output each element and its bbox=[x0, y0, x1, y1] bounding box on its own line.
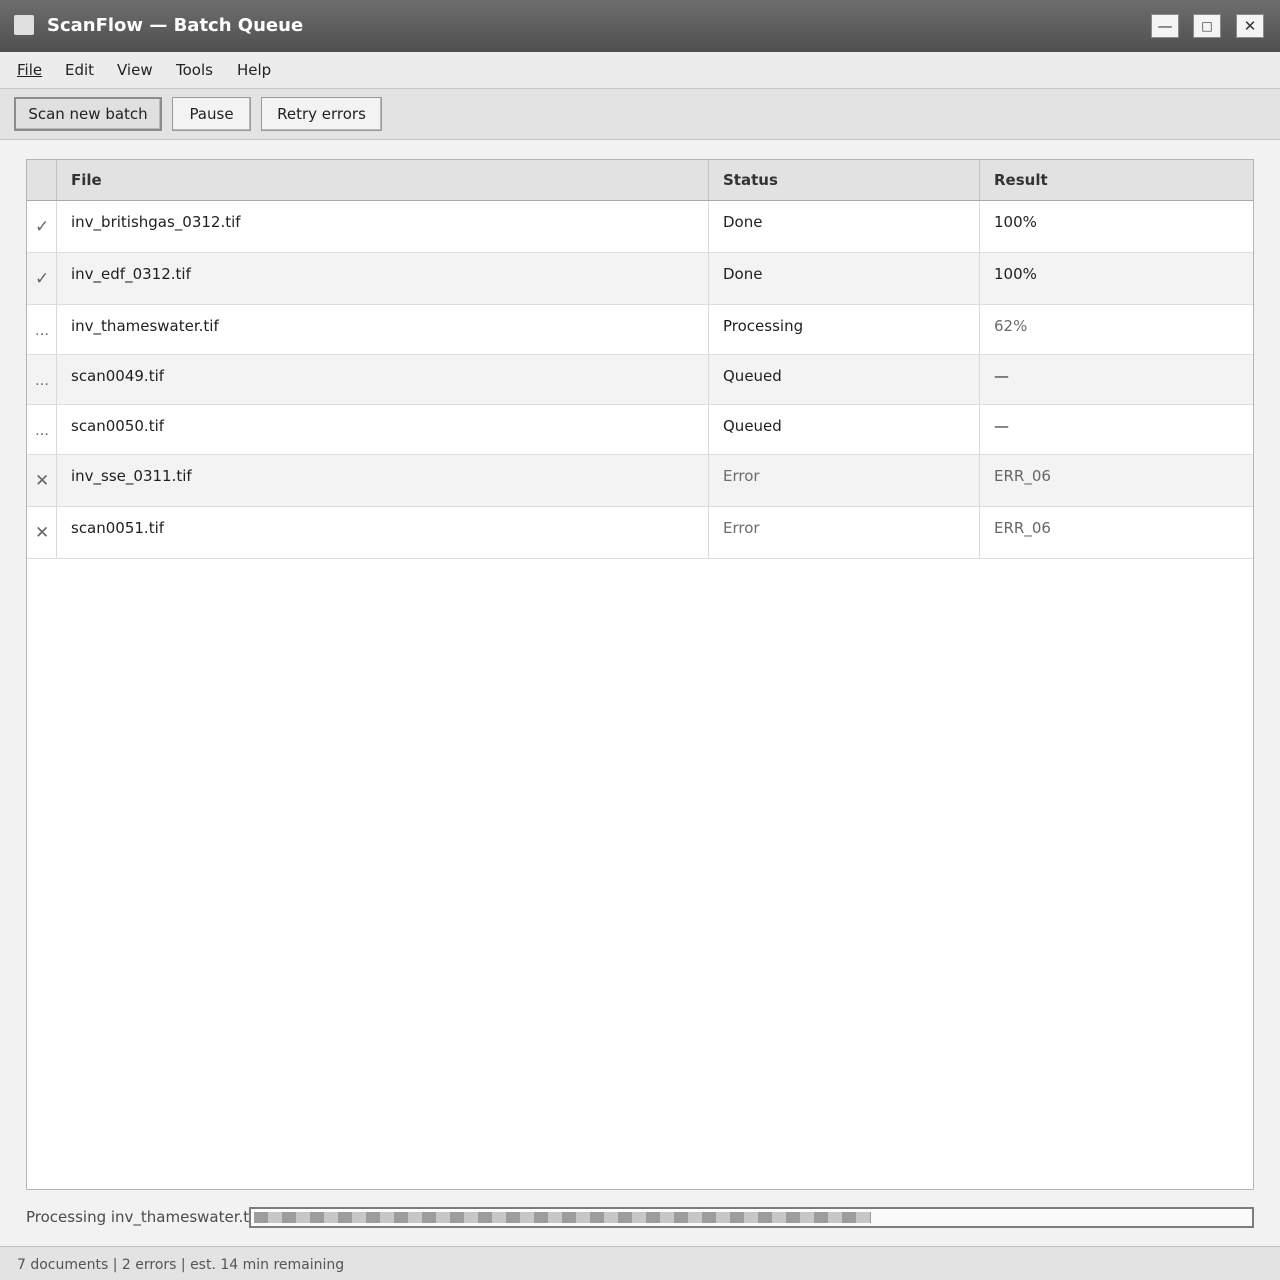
close-button[interactable]: ✕ bbox=[1236, 14, 1264, 38]
row-result: — bbox=[994, 367, 1009, 385]
menu-file[interactable]: File bbox=[17, 61, 42, 79]
table-header: File Status Result bbox=[27, 160, 1253, 201]
row-status: Error bbox=[709, 507, 980, 558]
row-file-name: inv_edf_0312.tif bbox=[57, 253, 709, 304]
row-status: Error bbox=[709, 455, 980, 506]
row-file-name: scan0051.tif bbox=[57, 507, 709, 558]
retry-errors-button[interactable]: Retry errors bbox=[261, 97, 382, 131]
row-file-name: inv_sse_0311.tif bbox=[57, 455, 709, 506]
title-bar: ScanFlow — Batch Queue — □ ✕ bbox=[0, 0, 1280, 52]
close-icon: ✕ bbox=[1243, 17, 1257, 35]
column-header-icon bbox=[27, 160, 57, 200]
table-row[interactable]: ✕ inv_sse_0311.tif Error ERR_06 bbox=[27, 455, 1253, 507]
column-header-file[interactable]: File bbox=[57, 160, 709, 200]
error-icon: ✕ bbox=[35, 471, 50, 491]
table-row[interactable]: ✕ scan0051.tif Error ERR_06 bbox=[27, 507, 1253, 559]
maximize-icon: □ bbox=[1201, 19, 1213, 33]
table-row[interactable]: … inv_thameswater.tif Processing 62% bbox=[27, 305, 1253, 355]
menu-view[interactable]: View bbox=[117, 61, 153, 79]
minimize-button[interactable]: — bbox=[1151, 14, 1179, 38]
pending-icon: … bbox=[35, 323, 49, 339]
menu-bar: File Edit View Tools Help bbox=[0, 52, 1280, 89]
table-row[interactable]: … scan0050.tif Queued — bbox=[27, 405, 1253, 455]
row-result: ERR_06 bbox=[994, 519, 1051, 537]
menu-tools[interactable]: Tools bbox=[176, 61, 213, 79]
menu-edit[interactable]: Edit bbox=[65, 61, 94, 79]
row-status: Queued bbox=[709, 355, 980, 404]
error-icon: ✕ bbox=[35, 523, 50, 543]
row-status: Done bbox=[709, 253, 980, 304]
column-header-status[interactable]: Status bbox=[709, 160, 980, 200]
row-result: ERR_06 bbox=[994, 467, 1051, 485]
minimize-icon: — bbox=[1157, 17, 1173, 35]
pending-icon: … bbox=[35, 423, 49, 439]
status-bar: 7 documents | 2 errors | est. 14 min rem… bbox=[0, 1246, 1280, 1280]
batch-queue-table: File Status Result ✓ inv_britishgas_0312.… bbox=[26, 159, 1254, 1190]
row-status-icon-cell: … bbox=[27, 405, 57, 454]
row-status-icon-cell: ✓ bbox=[27, 253, 57, 304]
row-result: 100% bbox=[994, 265, 1037, 283]
row-status-icon-cell: ✕ bbox=[27, 507, 57, 558]
status-text: 7 documents | 2 errors | est. 14 min rem… bbox=[17, 1257, 345, 1273]
row-file-name: scan0050.tif bbox=[57, 405, 709, 454]
table-row[interactable]: … scan0049.tif Queued — bbox=[27, 355, 1253, 405]
window-title: ScanFlow — Batch Queue bbox=[47, 15, 304, 36]
check-icon: ✓ bbox=[35, 269, 50, 289]
table-row[interactable]: ✓ inv_edf_0312.tif Done 100% bbox=[27, 253, 1253, 305]
app-icon bbox=[14, 15, 34, 35]
pause-button[interactable]: Pause bbox=[172, 97, 251, 131]
row-status-icon-cell: ✕ bbox=[27, 455, 57, 506]
maximize-button[interactable]: □ bbox=[1193, 14, 1221, 38]
row-result: — bbox=[994, 417, 1009, 435]
toolbar: Scan new batch Pause Retry errors bbox=[0, 89, 1280, 140]
pending-icon: … bbox=[35, 373, 49, 389]
row-status: Processing bbox=[709, 305, 980, 354]
progress-bar bbox=[249, 1207, 1254, 1228]
row-file-name: inv_thameswater.tif bbox=[57, 305, 709, 354]
progress-label: Processing inv_thameswater.tif bbox=[26, 1208, 259, 1226]
column-header-result[interactable]: Result bbox=[980, 160, 1253, 200]
menu-help[interactable]: Help bbox=[237, 61, 271, 79]
row-status-icon-cell: ✓ bbox=[27, 201, 57, 252]
row-result: 100% bbox=[994, 213, 1037, 231]
row-result: 62% bbox=[994, 317, 1028, 335]
table-row[interactable]: ✓ inv_britishgas_0312.tif Done 100% bbox=[27, 201, 1253, 253]
row-status: Done bbox=[709, 201, 980, 252]
check-icon: ✓ bbox=[35, 217, 50, 237]
scan-new-batch-button[interactable]: Scan new batch bbox=[14, 97, 162, 131]
row-status-icon-cell: … bbox=[27, 305, 57, 354]
row-status: Queued bbox=[709, 405, 980, 454]
row-status-icon-cell: … bbox=[27, 355, 57, 404]
row-file-name: inv_britishgas_0312.tif bbox=[57, 201, 709, 252]
row-file-name: scan0049.tif bbox=[57, 355, 709, 404]
progress-bar-fill bbox=[254, 1212, 871, 1223]
